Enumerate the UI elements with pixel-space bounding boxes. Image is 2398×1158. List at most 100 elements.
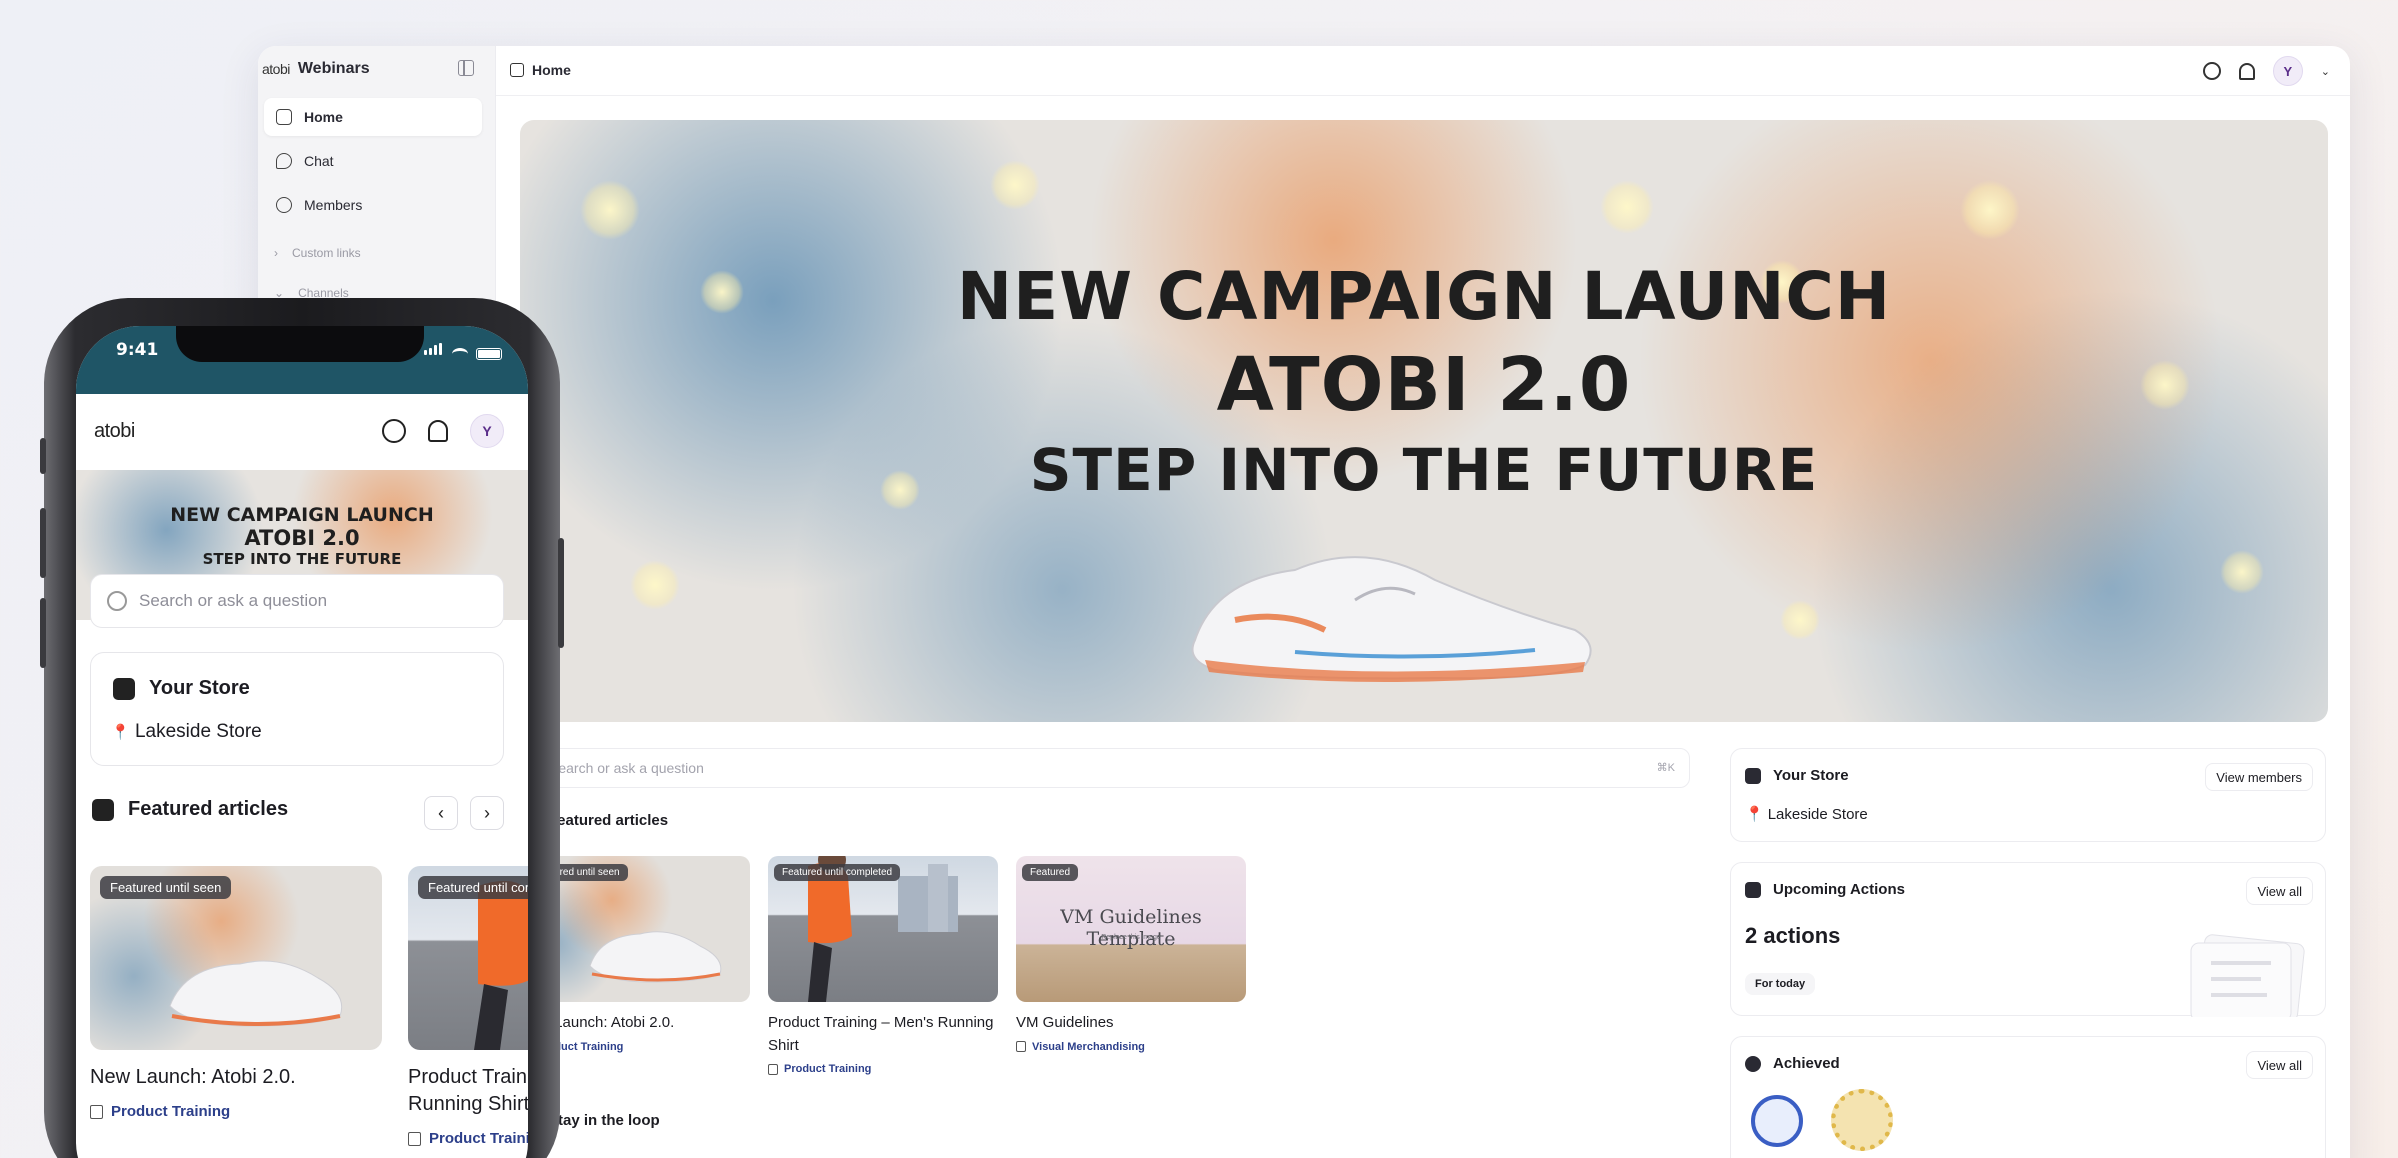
status-bar: 9:41 xyxy=(76,326,528,394)
search-icon xyxy=(107,591,127,611)
for-today-chip[interactable]: For today xyxy=(1745,973,1816,995)
sidebar-item-chat[interactable]: Chat xyxy=(264,142,482,180)
hero-headline-2: ATOBI 2.0 xyxy=(244,526,360,550)
category-label: Visual Merchandising xyxy=(1032,1040,1145,1053)
breadcrumb-home[interactable]: Home xyxy=(532,62,571,78)
category-label: Product Training xyxy=(429,1130,528,1147)
your-store-panel: Your Store View members 📍 Lakeside Store xyxy=(1730,748,2326,842)
panel-title: Upcoming Actions xyxy=(1745,881,1905,898)
store-card-title-label: Your Store xyxy=(149,677,250,699)
atobi-logo: atobi xyxy=(262,61,290,77)
search-icon[interactable] xyxy=(382,419,406,443)
bell-icon[interactable] xyxy=(428,420,448,442)
document-icon xyxy=(1016,1041,1026,1052)
sidebar-brand[interactable]: atobi Webinars xyxy=(262,60,370,78)
your-store-card[interactable]: Your Store 📍 Lakeside Store xyxy=(90,652,504,766)
article-thumbnail: VM Guidelines Template Replace this imag… xyxy=(1016,856,1246,1002)
pin-icon: 📍 xyxy=(111,724,130,741)
panel-title-label: Your Store xyxy=(1773,767,1849,784)
panel-title-label: Achieved xyxy=(1773,1055,1840,1072)
actions-count: 2 actions xyxy=(1745,923,1841,948)
status-time: 9:41 xyxy=(116,340,159,360)
thumbnail-template-text: VM Guidelines Template xyxy=(1060,906,1202,950)
featured-badge: Featured until completed xyxy=(774,864,901,881)
status-icons xyxy=(424,342,502,360)
award-icon xyxy=(1745,1055,1761,1072)
collapse-sidebar-icon[interactable] xyxy=(458,60,474,76)
sidebar-item-home[interactable]: Home xyxy=(264,98,482,136)
article-thumbnail: Featured until completed xyxy=(768,856,998,1002)
custom-links-label: Custom links xyxy=(292,246,361,260)
atobi-logo: atobi xyxy=(94,420,135,442)
featured-article-card[interactable]: VM Guidelines Template Replace this imag… xyxy=(1016,856,1246,1053)
featured-article-card[interactable]: Featured until completed Product Trainin… xyxy=(768,856,998,1075)
article-category: Visual Merchandising xyxy=(1016,1041,1246,1053)
phone-screen: 9:41 atobi Y NEW CAMPAIGN LAUNCH ATOBI 2… xyxy=(76,326,528,1158)
panel-title-label: Upcoming Actions xyxy=(1773,881,1905,898)
article-category: Product Training xyxy=(90,1103,382,1120)
featured-articles-title: Featured articles xyxy=(548,812,669,829)
article-thumbnail: Featured until seen xyxy=(90,866,382,1050)
home-icon xyxy=(276,109,292,125)
featured-article-card[interactable]: Featured until completed Product Trainin… xyxy=(408,866,528,1147)
hero-headline-3: STEP INTO THE FUTURE xyxy=(202,550,402,568)
topbar: Home Y ⌄ xyxy=(496,46,2350,96)
chevron-down-icon[interactable]: ⌄ xyxy=(2321,65,2330,78)
breadcrumb: Home xyxy=(510,62,571,78)
featured-badge: Featured until seen xyxy=(100,876,232,899)
dynamic-notch xyxy=(176,326,424,362)
avatar[interactable]: Y xyxy=(470,414,504,448)
chat-icon xyxy=(276,153,292,169)
store-icon xyxy=(113,677,135,700)
thumbnail-subtext: Replace this image xyxy=(1101,934,1161,941)
store-card-title: Your Store xyxy=(113,677,250,700)
article-title: Product Training – Men's Running Shirt xyxy=(408,1066,528,1115)
upcoming-actions-panel: Upcoming Actions View all 2 actions For … xyxy=(1730,862,2326,1017)
battery-icon xyxy=(476,348,502,360)
search-input[interactable]: Search or ask a question xyxy=(90,574,504,628)
store-name: Lakeside Store xyxy=(134,721,262,742)
avatar[interactable]: Y xyxy=(2272,56,2303,86)
search-input[interactable]: Search or ask a question ⌘K xyxy=(520,748,1690,788)
pin-icon: 📍 xyxy=(1745,806,1764,823)
bell-icon[interactable] xyxy=(2238,62,2255,80)
achievement-badge-icon[interactable] xyxy=(1751,1095,1803,1147)
actions-icon xyxy=(1745,881,1761,898)
featured-article-card[interactable]: Featured until seen New Launch: Atobi 2.… xyxy=(90,866,382,1120)
campaign-hero-banner[interactable]: NEW CAMPAIGN LAUNCH ATOBI 2.0 STEP INTO … xyxy=(520,120,2328,722)
view-all-actions-button[interactable]: View all xyxy=(2246,877,2313,905)
featured-articles-header: Featured articles xyxy=(92,798,288,821)
article-title: New Launch: Atobi 2.0. xyxy=(90,1066,296,1088)
hero-headline-2: ATOBI 2.0 xyxy=(1216,342,1632,428)
article-thumbnail: Featured until completed xyxy=(408,866,528,1050)
gold-medal-icon[interactable] xyxy=(1831,1089,1893,1151)
search-icon[interactable] xyxy=(2202,62,2221,80)
article-category: Product Training xyxy=(408,1130,528,1147)
article-category: Product Training xyxy=(768,1063,998,1075)
sneaker-image xyxy=(1191,556,1592,682)
category-label: Product Training xyxy=(111,1103,231,1120)
checklist-illustration-icon xyxy=(2190,934,2305,1017)
topbar-actions: Y ⌄ xyxy=(2202,56,2330,86)
wifi-icon xyxy=(452,348,468,360)
store-icon xyxy=(1745,767,1761,784)
sidebar-item-label: Members xyxy=(304,197,363,213)
chevron-left-icon: ‹ xyxy=(438,802,444,823)
mobile-header-actions: Y xyxy=(382,414,504,448)
carousel-next-button[interactable]: › xyxy=(470,796,504,830)
featured-articles-title: Featured articles xyxy=(128,798,289,820)
shortcut-hint: ⌘K xyxy=(1656,762,1675,774)
carousel-prev-button[interactable]: ‹ xyxy=(424,796,458,830)
featured-badge: Featured xyxy=(1022,864,1079,881)
view-members-button[interactable]: View members xyxy=(2205,763,2313,791)
stay-in-the-loop-title: Stay in the loop xyxy=(548,1112,660,1129)
panel-title: Your Store xyxy=(1745,767,1849,784)
custom-links-section[interactable]: › Custom links xyxy=(274,246,361,260)
sidebar-item-members[interactable]: Members xyxy=(264,186,482,224)
home-icon xyxy=(510,63,524,77)
view-all-achieved-button[interactable]: View all xyxy=(2246,1051,2313,1079)
panel-title: Achieved xyxy=(1745,1055,1840,1072)
workspace-title: Webinars xyxy=(297,60,370,77)
hero-headline-1: NEW CAMPAIGN LAUNCH xyxy=(956,258,1892,335)
document-icon xyxy=(90,1104,103,1119)
